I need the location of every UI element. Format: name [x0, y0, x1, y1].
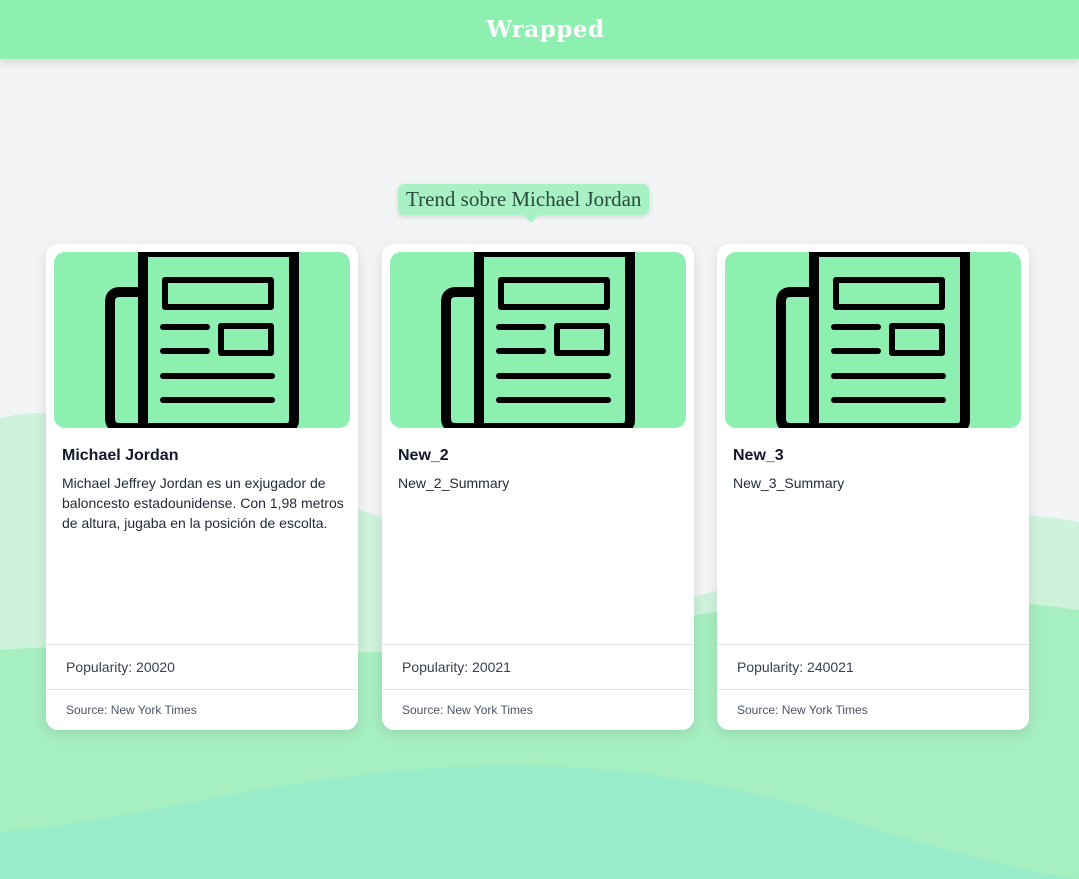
app-title: Wrapped	[486, 16, 605, 43]
card-image	[390, 252, 686, 428]
card-image	[725, 252, 1021, 428]
card-summary: New_2_Summary	[398, 475, 510, 491]
card-popularity: Popularity: 20020	[66, 659, 175, 675]
newspaper-icon	[776, 252, 970, 428]
news-card[interactable]: Michael Jordan Michael Jeffrey Jordan es…	[46, 244, 358, 730]
newspaper-icon	[441, 252, 635, 428]
divider	[717, 689, 1029, 690]
trend-label: Trend sobre Michael Jordan	[398, 184, 650, 223]
card-source: Source: New York Times	[402, 703, 533, 717]
card-source: Source: New York Times	[737, 703, 868, 717]
card-image	[54, 252, 350, 428]
card-summary: Michael Jeffrey Jordan es un exjugador d…	[62, 475, 344, 531]
divider	[46, 644, 358, 645]
news-card[interactable]: New_3 New_3_Summary Popularity: 240021 S…	[717, 244, 1029, 730]
divider	[382, 689, 694, 690]
card-source: Source: New York Times	[66, 703, 197, 717]
card-popularity: Popularity: 20021	[402, 659, 511, 675]
divider	[717, 644, 1029, 645]
app-header: Wrapped	[0, 0, 1079, 59]
card-title: New_2	[398, 447, 449, 464]
card-title: Michael Jordan	[62, 447, 179, 464]
card-title: New_3	[733, 447, 784, 464]
divider	[382, 644, 694, 645]
card-popularity: Popularity: 240021	[737, 659, 854, 675]
card-summary: New_3_Summary	[733, 475, 845, 491]
divider	[46, 689, 358, 690]
news-card[interactable]: New_2 New_2_Summary Popularity: 20021 So…	[382, 244, 694, 730]
newspaper-icon	[105, 252, 299, 428]
